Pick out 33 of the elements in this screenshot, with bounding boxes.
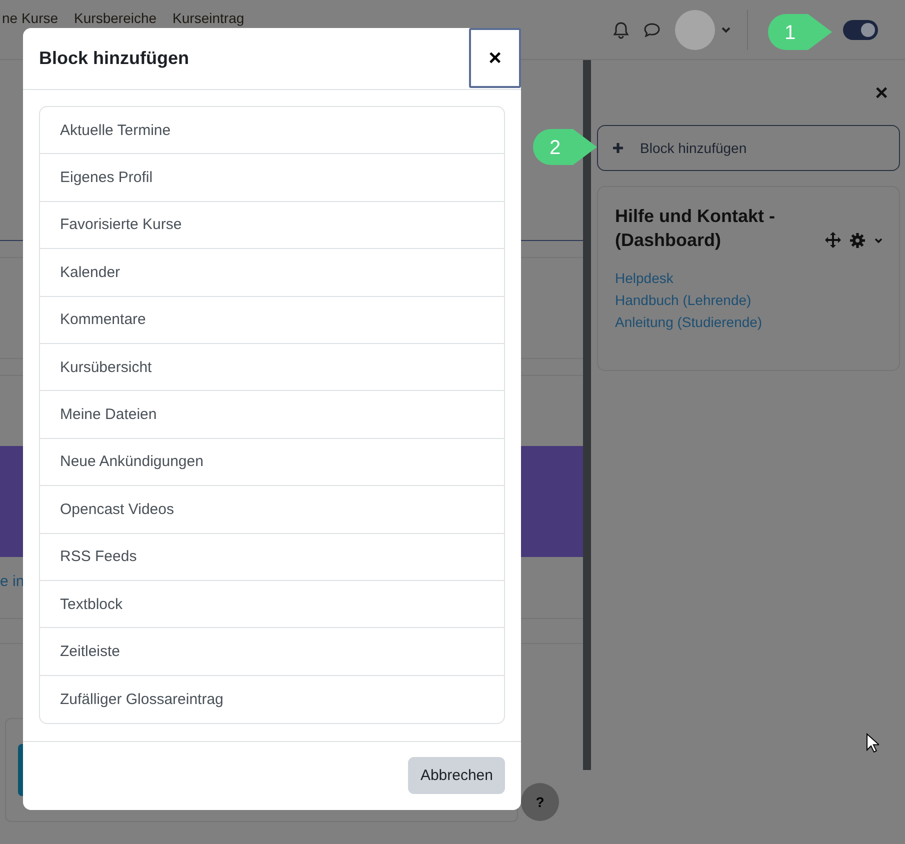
block-option[interactable]: Meine Dateien bbox=[40, 391, 504, 439]
cancel-button[interactable]: Abbrechen bbox=[408, 757, 505, 794]
block-title: Hilfe und Kontakt - (Dashboard) bbox=[615, 205, 776, 252]
block-option[interactable]: Kalender bbox=[40, 249, 504, 297]
cursor-icon bbox=[866, 733, 879, 753]
gear-icon[interactable] bbox=[850, 232, 865, 248]
breadcrumb-link[interactable]: ne Kurse bbox=[2, 10, 58, 26]
block-option[interactable]: Textblock bbox=[40, 580, 504, 628]
breadcrumb-link[interactable]: Kurseintrag bbox=[172, 10, 244, 26]
chat-icon[interactable] bbox=[643, 22, 661, 38]
block-option[interactable]: Favorisierte Kurse bbox=[40, 202, 504, 250]
block-option[interactable]: Kursübersicht bbox=[40, 344, 504, 392]
block-option[interactable]: Neue Ankündigungen bbox=[40, 438, 504, 486]
close-button[interactable]: × bbox=[469, 28, 521, 88]
step-callout: 2 bbox=[533, 129, 597, 165]
caret-icon[interactable] bbox=[874, 236, 883, 244]
bell-icon[interactable] bbox=[613, 20, 629, 38]
move-icon[interactable] bbox=[825, 232, 841, 248]
block-option[interactable]: Aktuelle Termine bbox=[40, 107, 504, 154]
block-option[interactable]: RSS Feeds bbox=[40, 534, 504, 581]
plus-icon bbox=[612, 142, 624, 154]
dialog-title: Block hinzufügen bbox=[39, 48, 189, 69]
edit-mode-toggle[interactable] bbox=[843, 20, 878, 40]
block-option[interactable]: Zufälliger Glossareintrag bbox=[40, 676, 504, 724]
block-option[interactable]: Zeitleiste bbox=[40, 628, 504, 676]
caret-icon[interactable] bbox=[721, 26, 731, 34]
add-block-button[interactable]: Block hinzufügen bbox=[597, 125, 900, 171]
block-option[interactable]: Eigenes Profil bbox=[40, 154, 504, 202]
block-option[interactable]: Kommentare bbox=[40, 296, 504, 344]
step-callout: 1 bbox=[768, 14, 832, 50]
breadcrumb-link[interactable]: Kursbereiche bbox=[74, 10, 157, 26]
block-option[interactable]: Opencast Videos bbox=[40, 486, 504, 534]
close-button[interactable]: × bbox=[871, 78, 900, 107]
